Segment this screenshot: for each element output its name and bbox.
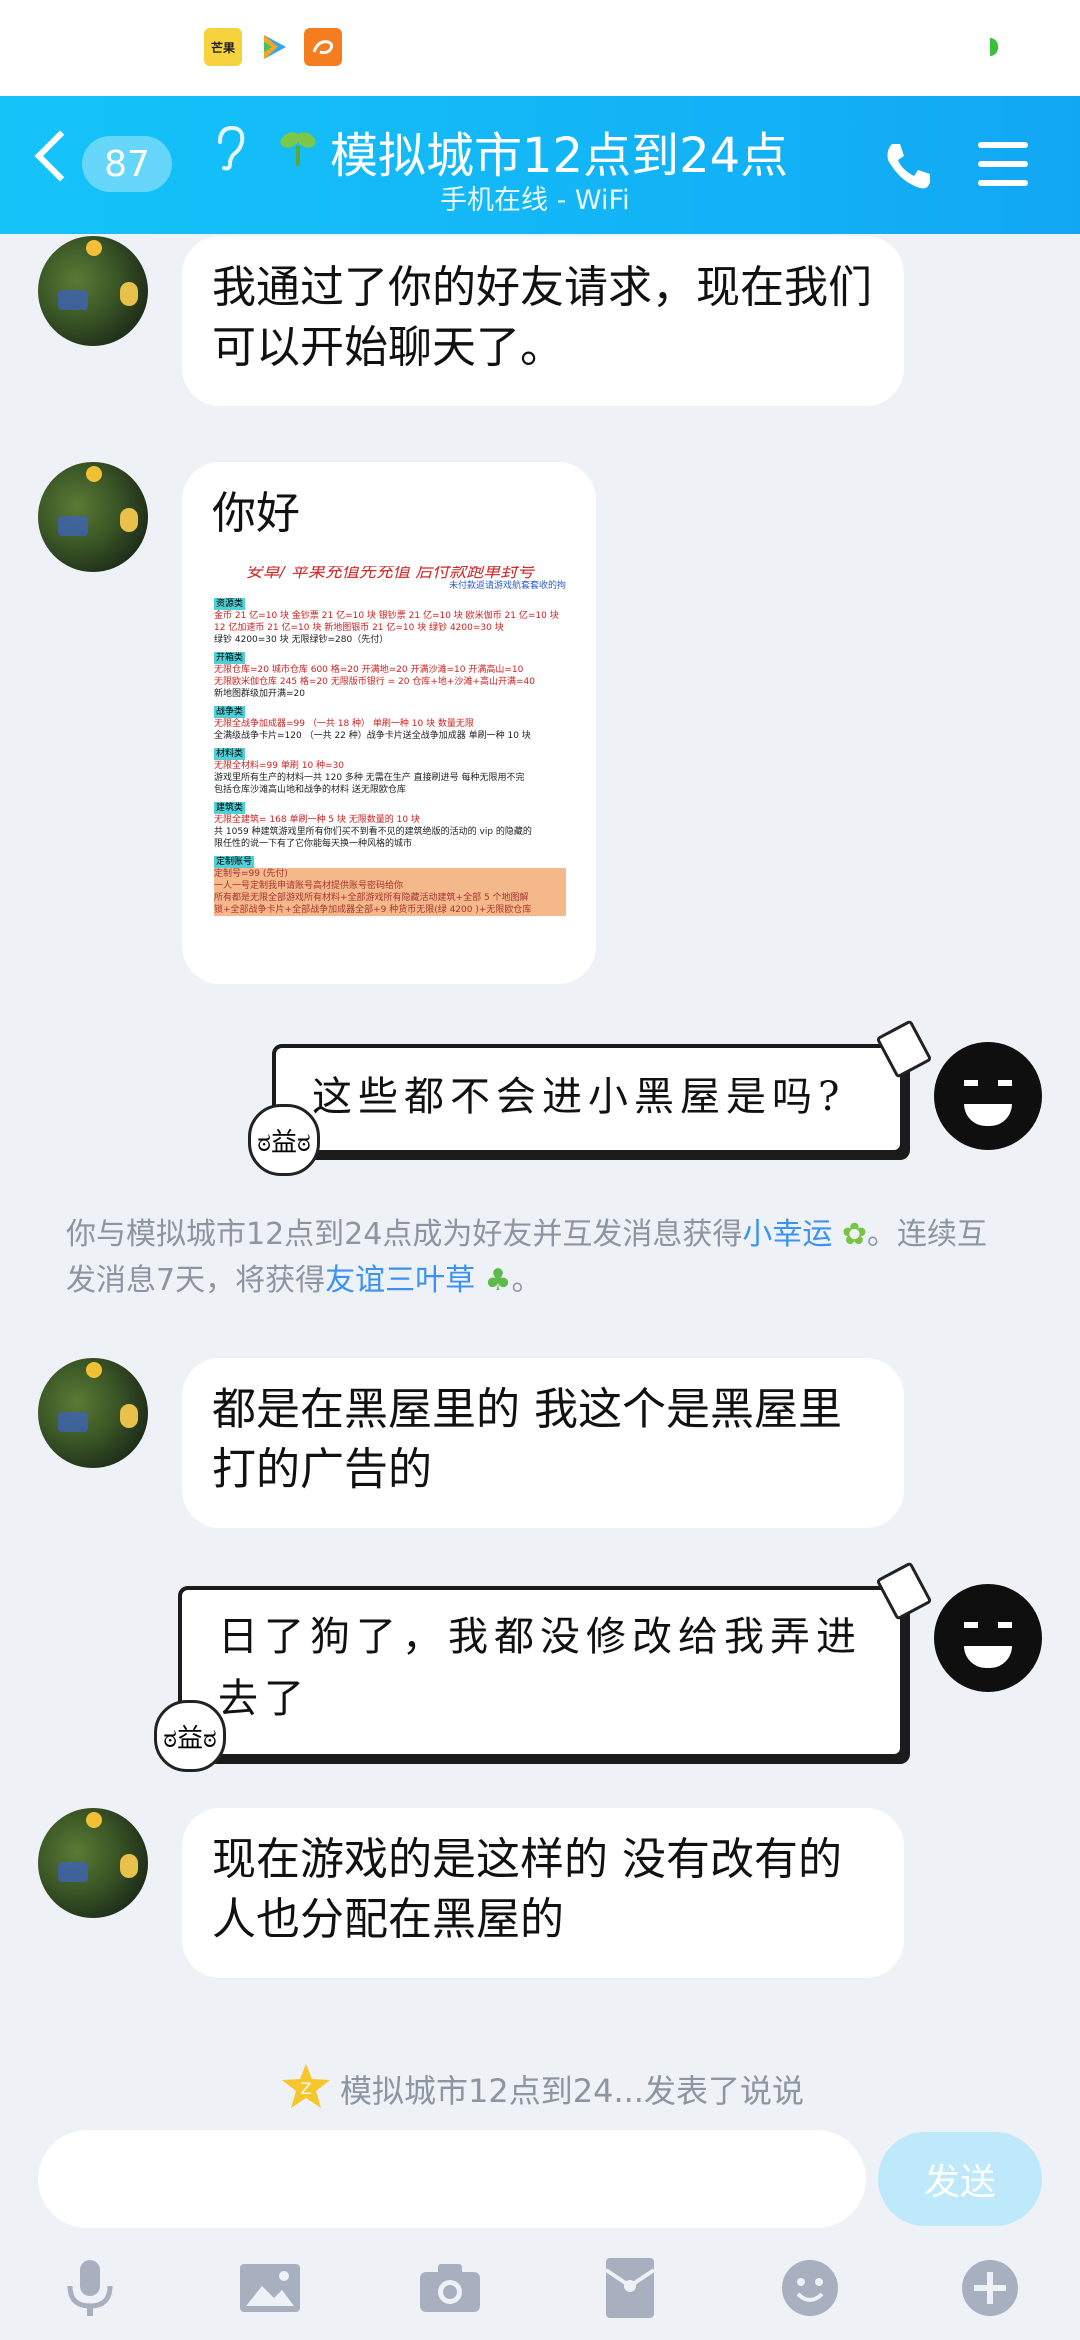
system-notice: 你与模拟城市12点到24点成为好友并互发消息获得小幸运 ✿。连续互发消息7天，将… — [66, 1212, 1016, 1304]
lucky-sprout-icon — [276, 126, 320, 180]
tencent-video-icon — [254, 28, 292, 66]
message-bubble-self[interactable]: 这些都不会进小黑屋是吗? — [272, 1044, 904, 1154]
rage-face-sticker: ಠ益ಠ — [248, 1104, 320, 1176]
message-bubble[interactable]: 我通过了你的好友请求，现在我们可以开始聊天了。 — [182, 236, 904, 406]
self-avatar[interactable] — [934, 1042, 1042, 1150]
hearing-mode-icon[interactable] — [212, 124, 248, 172]
message-bubble[interactable]: 现在游戏的是这样的 没有改有的人也分配在黑屋的 — [182, 1808, 904, 1978]
poster-section: 材料类 — [214, 748, 246, 760]
mango-tv-icon: 芒果 — [204, 28, 242, 66]
poster-section: 定制账号 — [214, 856, 255, 868]
poster-line: 无限全战争加成器=99 （一共 18 种） 单刷一种 10 块 数量无限 — [214, 719, 474, 729]
poster-section: 建筑类 — [214, 802, 246, 814]
online-status: 手机在线 - WiFi — [440, 185, 630, 216]
poster-line: 无限全材料=99 单刷 10 种=30 — [214, 761, 345, 771]
contact-avatar[interactable] — [38, 1358, 148, 1468]
message-bubble-self[interactable]: 日了狗了，我都没修改给我弄进去了 — [178, 1586, 904, 1758]
poster-line: 12 亿加速币 21 亿=10 块 新地图银币 21 亿=10 块 绿钞 420… — [214, 623, 504, 633]
poster-line: 全满级战争卡片=120 （一共 22 种）战争卡片送全战争加成器 单刷一种 10… — [214, 731, 531, 741]
red-packet-icon[interactable] — [594, 2252, 666, 2324]
system-notice-text: 你与模拟城市12点到24点成为好友并互发消息获得 — [66, 1217, 743, 1252]
camera-icon[interactable] — [414, 2252, 486, 2324]
poster-line: 绿钞 4200=30 块 无限绿钞=280（先付） — [214, 635, 389, 645]
poster-line: 游戏里所有生产的材料一共 120 多种 无需在生产 直接刷进号 每种无限用不完 — [214, 773, 525, 783]
menu-icon[interactable] — [978, 142, 1028, 188]
clover-icon: ♣ — [475, 1263, 512, 1298]
advertisement-image[interactable]: 安卓/ 苹果充值先充值 后付款跑单封号 未付款返请游戏航套套收的拘 资源类 金币… — [214, 566, 566, 938]
battery-indicator-icon — [990, 38, 998, 56]
mango-tv-label: 芒果 — [210, 40, 235, 55]
message-text: 都是在黑屋里的 我这个是黑屋里打的广告的 — [212, 1384, 842, 1495]
poster-line: 共 1059 种建筑游戏里所有你们买不到看不见的建筑绝版的活动的 vip 的隐藏… — [214, 827, 532, 837]
phone-call-icon[interactable] — [880, 138, 936, 194]
contact-avatar[interactable] — [38, 1808, 148, 1918]
uc-browser-icon — [304, 28, 342, 66]
contact-avatar[interactable] — [38, 236, 148, 346]
system-notice-text: 。 — [511, 1263, 542, 1298]
poster-line: 无限仓库=20 城市仓库 600 格=20 开满地=20 开满沙滩=10 开满高… — [214, 665, 524, 675]
image-icon[interactable] — [234, 2252, 306, 2324]
lucky-link[interactable]: 小幸运 — [742, 1217, 832, 1252]
emoji-icon[interactable] — [774, 2252, 846, 2324]
self-avatar[interactable] — [934, 1584, 1042, 1692]
chat-title: 模拟城市12点到24点 — [330, 128, 789, 184]
message-text: 我通过了你的好友请求，现在我们可以开始聊天了。 — [212, 262, 872, 373]
qzone-star-icon: Z — [280, 2062, 332, 2110]
poster-section: 开箱类 — [214, 652, 246, 664]
message-text: 这些都不会进小黑屋是吗? — [312, 1074, 846, 1120]
poster-line: 锁+全部战争卡片+全部战争加成器全部+9 种货币无限(绿 4200 )+无限欧仓… — [214, 904, 566, 916]
rage-face-sticker: ಠ益ಠ — [154, 1700, 226, 1772]
poster-line: 定制号=99 (先付) — [214, 868, 566, 880]
poster-line: 金币 21 亿=10 块 金钞票 21 亿=10 块 银钞票 21 亿=10 块… — [214, 611, 559, 621]
poster-line: 无限全建筑= 168 单刷一种 5 块 无限数量的 10 块 — [214, 815, 420, 825]
message-input[interactable] — [38, 2130, 866, 2228]
message-text: 你好 — [212, 488, 300, 539]
poster-line: 所有都是无限全部游戏所有材料+全部游戏所有隐藏活动建筑+全部 5 个地图解 — [214, 892, 566, 904]
send-button[interactable]: 发送 — [878, 2132, 1042, 2226]
poster-section: 战争类 — [214, 706, 246, 718]
poster-line: 限任性的说一下有了它你能每天换一种风格的城市 — [214, 839, 413, 849]
poster-line: 新地图群级加开满=20 — [214, 689, 305, 699]
poster-line: 包括仓库沙滩高山地和战争的材料 送无限欧仓库 — [214, 785, 406, 795]
poster-title: 安卓/ 苹果充值先充值 后付款跑单封号 — [245, 566, 535, 582]
poster-line: 无限欧米伽仓库 245 格=20 无限版币银行 = 20 仓库+地+沙滩+高山开… — [214, 677, 535, 687]
message-bubble[interactable]: 都是在黑屋里的 我这个是黑屋里打的广告的 — [182, 1358, 904, 1528]
poster-line: 一人一号定制我申请账号高材提供账号密码给你 — [214, 880, 566, 892]
microphone-icon[interactable] — [54, 2252, 126, 2324]
unread-count-badge[interactable]: 87 — [82, 136, 172, 192]
message-text: 日了狗了，我都没修改给我弄进去了 — [218, 1614, 862, 1722]
svg-text:Z: Z — [301, 2079, 312, 2098]
message-text: 现在游戏的是这样的 没有改有的人也分配在黑屋的 — [212, 1834, 842, 1945]
clover-link[interactable]: 友谊三叶草 — [325, 1263, 475, 1298]
poster-section: 资源类 — [214, 598, 246, 610]
qzone-update[interactable]: 模拟城市12点到24...发表了说说 — [340, 2066, 804, 2112]
plus-icon[interactable] — [954, 2252, 1026, 2324]
sprout-icon: ✿ — [832, 1217, 868, 1252]
status-bar: 芒果 — [0, 0, 1080, 96]
contact-avatar[interactable] — [38, 462, 148, 572]
